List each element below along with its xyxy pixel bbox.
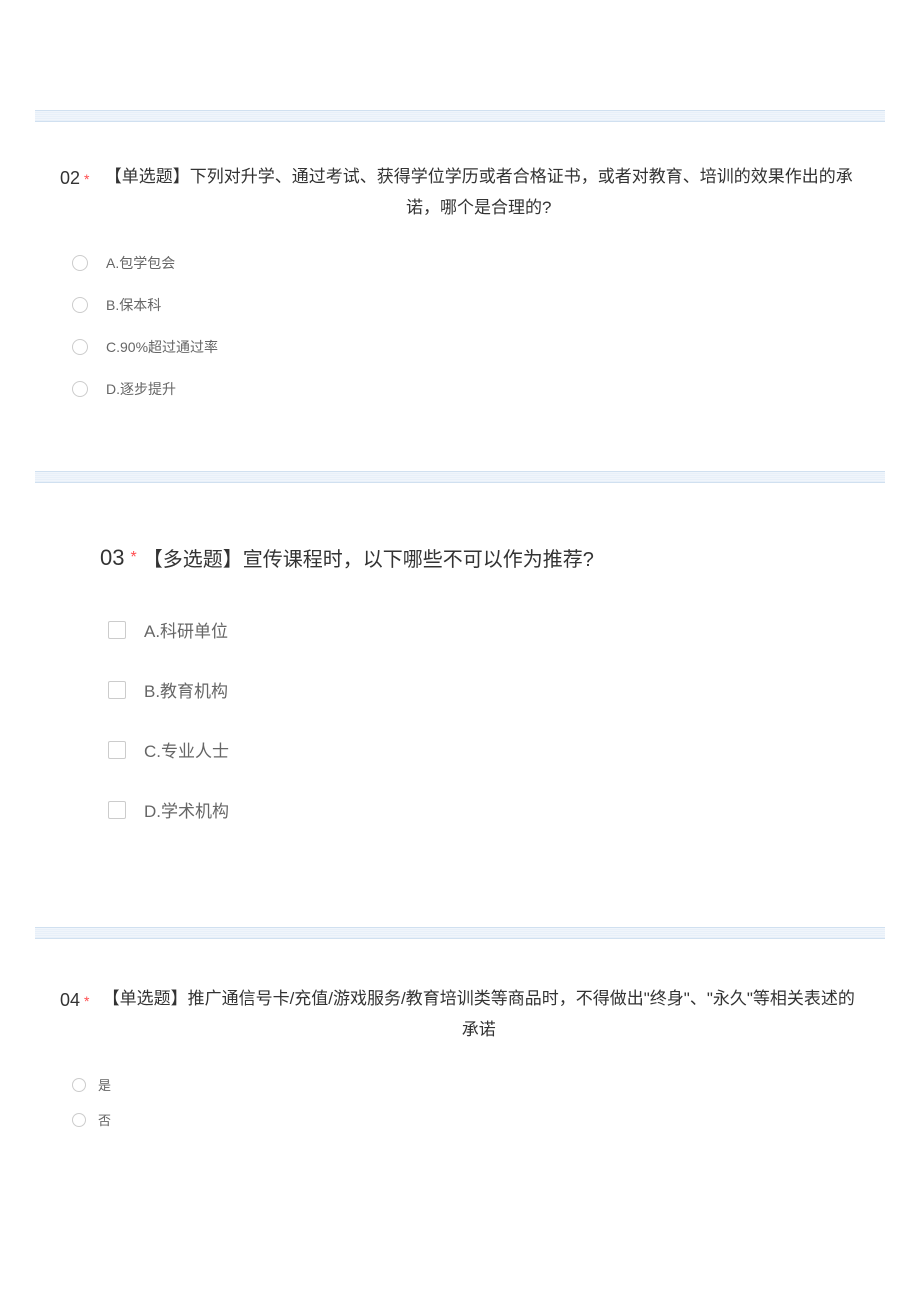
question-04-number: 04* [60,984,93,1016]
radio-icon [72,339,88,355]
option-q2-a[interactable]: A.包学包会 [72,253,860,273]
option-label: D.逐步提升 [106,379,176,399]
checkbox-icon [108,801,126,819]
radio-icon [72,297,88,313]
question-04-options: 是 否 [60,1075,860,1129]
question-02-header: 02* 【单选题】下列对升学、通过考试、获得学位学历或者合格证书，或者对教育、培… [60,162,860,223]
question-04: 04* 【单选题】推广通信号卡/充值/游戏服务/教育培训类等商品时，不得做出"终… [0,939,920,1195]
option-q2-c[interactable]: C.90%超过通过率 [72,337,860,357]
question-03-header: 03 * 【多选题】宣传课程时，以下哪些不可以作为推荐? [100,543,820,572]
option-label: C.专业人士 [144,737,229,762]
question-04-title: 【单选题】推广通信号卡/充值/游戏服务/教育培训类等商品时，不得做出"终身"、"… [97,984,860,1045]
question-03-options: A.科研单位 B.教育机构 C.专业人士 D.学术机构 [100,617,820,822]
question-03-title: 【多选题】宣传课程时，以下哪些不可以作为推荐? [143,543,594,572]
required-asterisk-icon: * [84,993,89,1009]
option-q2-d[interactable]: D.逐步提升 [72,379,860,399]
option-q4-yes[interactable]: 是 [72,1075,860,1094]
option-q3-c[interactable]: C.专业人士 [108,737,820,762]
option-label: D.学术机构 [144,797,229,822]
option-label: B.保本科 [106,295,161,315]
section-divider [35,471,885,483]
option-q3-d[interactable]: D.学术机构 [108,797,820,822]
required-asterisk-icon: * [84,171,89,187]
option-q3-a[interactable]: A.科研单位 [108,617,820,642]
option-label: A.包学包会 [106,253,175,273]
option-q3-b[interactable]: B.教育机构 [108,677,820,702]
section-divider [35,110,885,122]
question-03: 03 * 【多选题】宣传课程时，以下哪些不可以作为推荐? A.科研单位 B.教育… [0,483,920,927]
checkbox-icon [108,621,126,639]
question-02: 02* 【单选题】下列对升学、通过考试、获得学位学历或者合格证书，或者对教育、培… [0,122,920,471]
radio-icon [72,1078,86,1092]
option-label: B.教育机构 [144,677,228,702]
option-label: C.90%超过通过率 [106,337,218,357]
question-03-number: 03 [100,545,124,571]
question-04-header: 04* 【单选题】推广通信号卡/充值/游戏服务/教育培训类等商品时，不得做出"终… [60,984,860,1045]
question-02-options: A.包学包会 B.保本科 C.90%超过通过率 D.逐步提升 [60,253,860,399]
question-02-title: 【单选题】下列对升学、通过考试、获得学位学历或者合格证书，或者对教育、培训的效果… [97,162,860,223]
section-divider [35,927,885,939]
option-q4-no[interactable]: 否 [72,1110,860,1129]
radio-icon [72,381,88,397]
radio-icon [72,1113,86,1127]
option-label: A.科研单位 [144,617,228,642]
option-label: 是 [98,1075,111,1094]
required-asterisk-icon: * [130,549,136,567]
option-q2-b[interactable]: B.保本科 [72,295,860,315]
question-02-number: 02* [60,162,93,194]
option-label: 否 [98,1110,111,1129]
radio-icon [72,255,88,271]
checkbox-icon [108,741,126,759]
checkbox-icon [108,681,126,699]
